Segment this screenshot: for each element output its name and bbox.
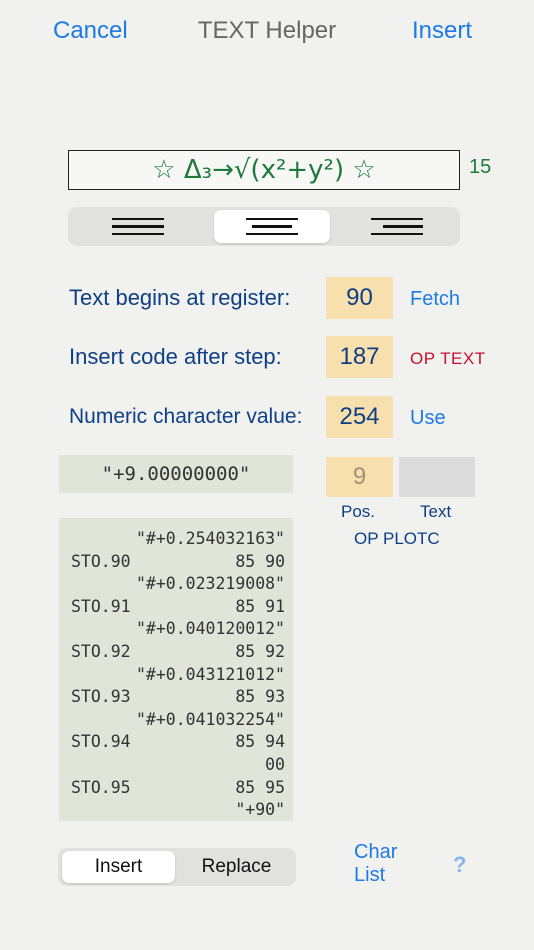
align-left-icon bbox=[112, 217, 164, 236]
listing-line: STO.92 85 92 bbox=[71, 641, 285, 664]
char-list-line1: Char bbox=[354, 841, 398, 863]
listing-line: STO.90 85 90 bbox=[71, 551, 285, 574]
op-text-button[interactable]: OP TEXT bbox=[410, 349, 486, 369]
mode-insert-option[interactable]: Insert bbox=[62, 851, 175, 883]
listing-line: "#+0.043121012" bbox=[71, 664, 285, 687]
listing-code: "+90" bbox=[235, 800, 285, 820]
listing-line: 00 bbox=[71, 754, 285, 777]
register-start-label: Text begins at register: bbox=[69, 285, 291, 310]
mode-replace-option[interactable]: Replace bbox=[180, 851, 293, 883]
alignment-segmented-control bbox=[68, 207, 460, 246]
listing-code: "#+0.041032254" bbox=[135, 709, 285, 729]
insert-step-input[interactable]: 187 bbox=[326, 336, 393, 378]
listing-line: STO.91 85 91 bbox=[71, 596, 285, 619]
align-center-icon bbox=[246, 217, 298, 236]
listing-code: 85 94 bbox=[235, 732, 285, 752]
listing-line: "+90" bbox=[71, 799, 285, 822]
listing-line: STO.95 85 95 bbox=[71, 777, 285, 800]
use-button[interactable]: Use bbox=[410, 407, 446, 430]
position-input[interactable]: 9 bbox=[326, 457, 393, 497]
listing-line: STO.93 85 93 bbox=[71, 686, 285, 709]
insert-step-label: Insert code after step: bbox=[69, 344, 282, 369]
character-count: 15 bbox=[469, 156, 492, 178]
numeric-char-input[interactable]: 254 bbox=[326, 396, 393, 438]
help-icon[interactable]: ? bbox=[453, 852, 466, 878]
listing-step: STO.93 bbox=[71, 687, 131, 707]
text-preview: ☆ Δ₃→√(x²+y²) ☆ bbox=[68, 150, 460, 190]
listing-code: "#+0.043121012" bbox=[135, 664, 285, 684]
listing-step: STO.92 bbox=[71, 641, 131, 661]
text-char-box[interactable] bbox=[399, 457, 475, 497]
program-listing: "#+0.254032163" STO.90 85 90 "#+0.023219008… bbox=[59, 518, 293, 821]
listing-line: STO.94 85 94 bbox=[71, 731, 285, 754]
fetch-button[interactable]: Fetch bbox=[410, 288, 460, 311]
char-list-button[interactable]: Char List bbox=[354, 841, 414, 887]
align-left-option[interactable] bbox=[80, 210, 196, 243]
align-center-option[interactable] bbox=[214, 210, 330, 243]
insert-button[interactable]: Insert bbox=[412, 17, 472, 45]
listing-code: "#+0.040120012" bbox=[135, 619, 285, 639]
listing-line: "#+0.023219008" bbox=[71, 573, 285, 596]
pos-label: Pos. bbox=[341, 502, 376, 521]
numeric-char-label: Numeric character value: bbox=[69, 405, 303, 428]
listing-line: "#+0.041032254" bbox=[71, 709, 285, 732]
listing-code: 85 90 bbox=[235, 551, 285, 571]
align-right-option[interactable] bbox=[339, 210, 455, 243]
listing-code: "#+0.254032163" bbox=[135, 529, 285, 548]
char-list-line2: List bbox=[354, 864, 386, 886]
op-plotc-label: OP PLOTC bbox=[354, 529, 440, 548]
listing-line: "#+0.254032163" bbox=[71, 528, 285, 551]
listing-code: 85 92 bbox=[235, 641, 285, 661]
text-label: Text bbox=[420, 502, 452, 521]
preview-text: ☆ Δ₃→√(x²+y²) ☆ bbox=[152, 155, 376, 185]
listing-step: STO.90 bbox=[71, 551, 131, 571]
register-start-input[interactable]: 90 bbox=[326, 277, 393, 319]
listing-code: 85 93 bbox=[235, 687, 285, 707]
listing-step: STO.91 bbox=[71, 596, 131, 616]
listing-code: 85 91 bbox=[235, 596, 285, 616]
listing-step: STO.94 bbox=[71, 732, 131, 752]
listing-code: 00 bbox=[265, 754, 285, 774]
align-right-icon bbox=[371, 217, 423, 236]
listing-code: 85 95 bbox=[235, 777, 285, 797]
value-display: "+9.00000000" bbox=[59, 455, 293, 493]
listing-step: STO.95 bbox=[71, 777, 131, 797]
listing-line: "#+0.040120012" bbox=[71, 618, 285, 641]
listing-code: "#+0.023219008" bbox=[135, 574, 285, 594]
mode-segmented-control: Insert Replace bbox=[58, 848, 296, 886]
